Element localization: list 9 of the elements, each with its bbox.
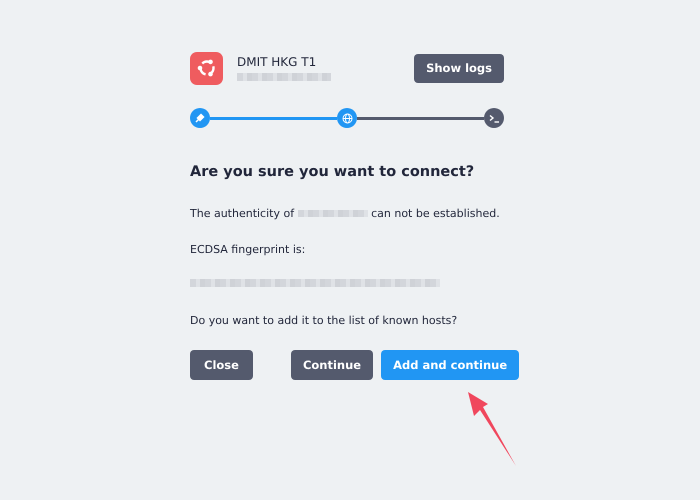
authenticity-message: The authenticity of can not be established. [190, 207, 501, 220]
show-logs-button[interactable]: Show logs [414, 54, 504, 82]
ubuntu-logo-icon [190, 52, 223, 84]
close-button[interactable]: Close [190, 350, 253, 380]
fingerprint-label: ECDSA fingerprint is: [190, 243, 306, 256]
known-hosts-question: Do you want to add it to the list of known hosts? [190, 314, 458, 327]
dialog-heading: Are you sure you want to connect? [190, 164, 476, 180]
continue-button[interactable]: Continue [290, 350, 374, 380]
host-title: DMIT HKG T1 [237, 55, 318, 69]
